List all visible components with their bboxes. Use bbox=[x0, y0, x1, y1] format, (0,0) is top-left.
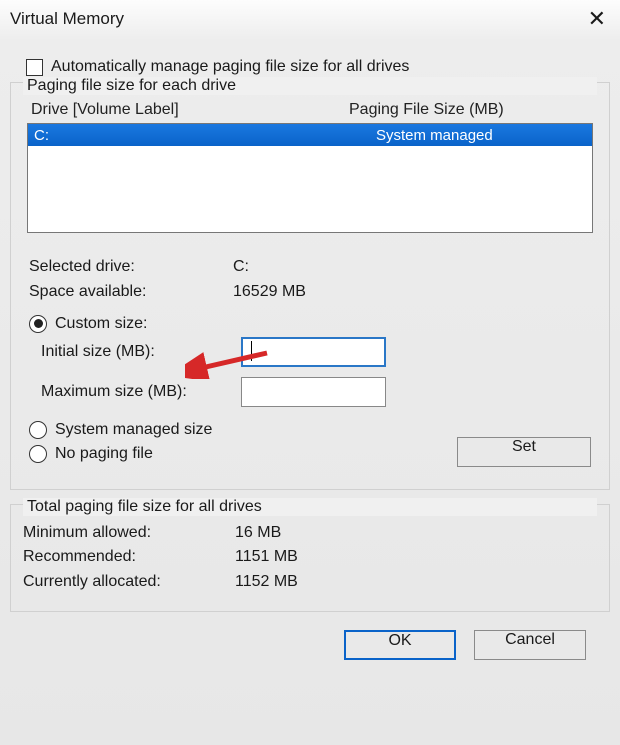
drive-row[interactable]: C: System managed bbox=[28, 124, 592, 146]
selected-drive-label: Selected drive: bbox=[29, 255, 233, 280]
currently-allocated-value: 1152 MB bbox=[235, 570, 298, 595]
minimum-allowed-label: Minimum allowed: bbox=[23, 521, 235, 546]
radio-icon bbox=[29, 421, 47, 439]
drive-list[interactable]: C: System managed bbox=[27, 123, 593, 233]
drive-section-title: Paging file size for each drive bbox=[23, 77, 597, 95]
titlebar: Virtual Memory ✕ bbox=[0, 0, 620, 34]
cancel-button[interactable]: Cancel bbox=[474, 630, 586, 660]
auto-manage-label: Automatically manage paging file size fo… bbox=[51, 58, 409, 76]
totals-section-title: Total paging file size for all drives bbox=[23, 498, 597, 516]
recommended-value: 1151 MB bbox=[235, 545, 298, 570]
radio-icon bbox=[29, 445, 47, 463]
recommended-label: Recommended: bbox=[23, 545, 235, 570]
close-icon[interactable]: ✕ bbox=[582, 6, 612, 32]
initial-size-label: Initial size (MB): bbox=[41, 343, 241, 361]
radio-custom-label: Custom size: bbox=[55, 315, 147, 333]
space-available-value: 16529 MB bbox=[233, 280, 306, 305]
drive-section: Paging file size for each drive Drive [V… bbox=[10, 82, 610, 490]
maximum-size-label: Maximum size (MB): bbox=[41, 383, 241, 401]
initial-size-input[interactable] bbox=[241, 337, 386, 367]
set-button[interactable]: Set bbox=[457, 437, 591, 467]
totals-section: Total paging file size for all drives Mi… bbox=[10, 504, 610, 612]
space-available-label: Space available: bbox=[29, 280, 233, 305]
checkbox-icon bbox=[26, 59, 43, 76]
drive-col-header: Drive [Volume Label] bbox=[31, 101, 349, 119]
radio-system-label: System managed size bbox=[55, 421, 212, 439]
drive-list-header: Drive [Volume Label] Paging File Size (M… bbox=[23, 99, 597, 119]
radio-custom-size[interactable]: Custom size: bbox=[29, 315, 597, 333]
radio-none-label: No paging file bbox=[55, 445, 153, 463]
drive-size: System managed bbox=[376, 127, 586, 144]
dialog-footer: OK Cancel bbox=[10, 612, 610, 660]
minimum-allowed-value: 16 MB bbox=[235, 521, 281, 546]
currently-allocated-label: Currently allocated: bbox=[23, 570, 235, 595]
size-col-header: Paging File Size (MB) bbox=[349, 101, 589, 119]
selected-drive-value: C: bbox=[233, 255, 249, 280]
selected-drive-info: Selected drive: C: Space available: 1652… bbox=[29, 255, 597, 305]
maximum-size-input[interactable] bbox=[241, 377, 386, 407]
drive-letter: C: bbox=[34, 127, 376, 144]
radio-icon bbox=[29, 315, 47, 333]
dialog-title: Virtual Memory bbox=[10, 9, 124, 29]
auto-manage-checkbox[interactable]: Automatically manage paging file size fo… bbox=[26, 58, 610, 76]
ok-button[interactable]: OK bbox=[344, 630, 456, 660]
